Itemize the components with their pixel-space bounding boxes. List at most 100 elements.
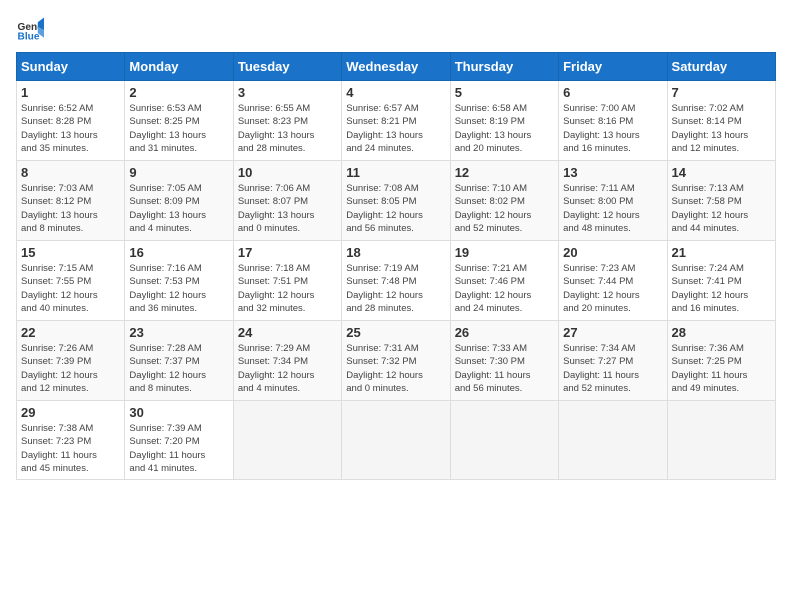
table-row <box>559 401 667 480</box>
day-number: 25 <box>346 325 445 340</box>
day-number: 27 <box>563 325 662 340</box>
table-row: 10 Sunrise: 7:06 AM Sunset: 8:07 PM Dayli… <box>233 161 341 241</box>
table-row: 17Sunrise: 7:18 AM Sunset: 7:51 PM Dayli… <box>233 241 341 321</box>
table-row: 5 Sunrise: 6:58 AM Sunset: 8:19 PM Daylig… <box>450 81 558 161</box>
table-row: 16 Sunrise: 7:16 AM Sunset: 7:53 PM Dayli… <box>125 241 233 321</box>
day-number: 2 <box>129 85 228 100</box>
day-number: 11 <box>346 165 445 180</box>
col-monday: Monday <box>125 53 233 81</box>
table-row: 4 Sunrise: 6:57 AM Sunset: 8:21 PM Daylig… <box>342 81 450 161</box>
day-info: Sunrise: 7:02 AM Sunset: 8:14 PM Dayligh… <box>672 102 771 155</box>
day-info: Sunrise: 7:03 AM Sunset: 8:12 PM Dayligh… <box>21 182 120 235</box>
day-info: Sunrise: 7:08 AM Sunset: 8:05 PM Dayligh… <box>346 182 445 235</box>
day-info: Sunrise: 7:36 AM Sunset: 7:25 PM Dayligh… <box>672 342 771 395</box>
day-number: 23 <box>129 325 228 340</box>
table-row: 28 Sunrise: 7:36 AM Sunset: 7:25 PM Dayli… <box>667 321 775 401</box>
header-row: Sunday Monday Tuesday Wednesday Thursday… <box>17 53 776 81</box>
day-number: 14 <box>672 165 771 180</box>
day-number: 29 <box>21 405 120 420</box>
table-row: 18 Sunrise: 7:19 AM Sunset: 7:48 PM Dayli… <box>342 241 450 321</box>
day-number: 1 <box>21 85 120 100</box>
table-row: 15Sunrise: 7:15 AM Sunset: 7:55 PM Dayli… <box>17 241 125 321</box>
day-number: 13 <box>563 165 662 180</box>
day-info: Sunrise: 7:26 AM Sunset: 7:39 PM Dayligh… <box>21 342 120 395</box>
table-row: 20Sunrise: 7:23 AM Sunset: 7:44 PM Dayli… <box>559 241 667 321</box>
table-row: 2 Sunrise: 6:53 AM Sunset: 8:25 PM Daylig… <box>125 81 233 161</box>
day-number: 17 <box>238 245 337 260</box>
table-row: 1 Sunrise: 6:52 AM Sunset: 8:28 PM Daylig… <box>17 81 125 161</box>
day-info: Sunrise: 7:06 AM Sunset: 8:07 PM Dayligh… <box>238 182 337 235</box>
col-sunday: Sunday <box>17 53 125 81</box>
logo-icon: General Blue <box>16 16 44 44</box>
table-row: 29Sunrise: 7:38 AM Sunset: 7:23 PM Dayli… <box>17 401 125 480</box>
day-info: Sunrise: 6:57 AM Sunset: 8:21 PM Dayligh… <box>346 102 445 155</box>
day-info: Sunrise: 7:34 AM Sunset: 7:27 PM Dayligh… <box>563 342 662 395</box>
day-info: Sunrise: 7:15 AM Sunset: 7:55 PM Dayligh… <box>21 262 120 315</box>
day-number: 16 <box>129 245 228 260</box>
col-saturday: Saturday <box>667 53 775 81</box>
day-info: Sunrise: 7:31 AM Sunset: 7:32 PM Dayligh… <box>346 342 445 395</box>
table-row: 24Sunrise: 7:29 AM Sunset: 7:34 PM Dayli… <box>233 321 341 401</box>
table-row: 13Sunrise: 7:11 AM Sunset: 8:00 PM Dayli… <box>559 161 667 241</box>
day-info: Sunrise: 6:58 AM Sunset: 8:19 PM Dayligh… <box>455 102 554 155</box>
table-row: 27 Sunrise: 7:34 AM Sunset: 7:27 PM Dayli… <box>559 321 667 401</box>
day-info: Sunrise: 7:28 AM Sunset: 7:37 PM Dayligh… <box>129 342 228 395</box>
table-row <box>667 401 775 480</box>
col-friday: Friday <box>559 53 667 81</box>
day-info: Sunrise: 6:52 AM Sunset: 8:28 PM Dayligh… <box>21 102 120 155</box>
day-info: Sunrise: 7:05 AM Sunset: 8:09 PM Dayligh… <box>129 182 228 235</box>
calendar-body: 1 Sunrise: 6:52 AM Sunset: 8:28 PM Daylig… <box>17 81 776 480</box>
day-number: 19 <box>455 245 554 260</box>
day-info: Sunrise: 6:53 AM Sunset: 8:25 PM Dayligh… <box>129 102 228 155</box>
table-row: 11 Sunrise: 7:08 AM Sunset: 8:05 PM Dayli… <box>342 161 450 241</box>
day-number: 5 <box>455 85 554 100</box>
calendar-week-2: 8 Sunrise: 7:03 AM Sunset: 8:12 PM Daylig… <box>17 161 776 241</box>
day-info: Sunrise: 7:24 AM Sunset: 7:41 PM Dayligh… <box>672 262 771 315</box>
table-row: 8 Sunrise: 7:03 AM Sunset: 8:12 PM Daylig… <box>17 161 125 241</box>
day-number: 18 <box>346 245 445 260</box>
day-info: Sunrise: 7:33 AM Sunset: 7:30 PM Dayligh… <box>455 342 554 395</box>
day-number: 24 <box>238 325 337 340</box>
day-number: 7 <box>672 85 771 100</box>
day-number: 8 <box>21 165 120 180</box>
day-number: 6 <box>563 85 662 100</box>
table-row: 26 Sunrise: 7:33 AM Sunset: 7:30 PM Dayli… <box>450 321 558 401</box>
day-info: Sunrise: 7:00 AM Sunset: 8:16 PM Dayligh… <box>563 102 662 155</box>
day-number: 30 <box>129 405 228 420</box>
day-number: 12 <box>455 165 554 180</box>
table-row: 9 Sunrise: 7:05 AM Sunset: 8:09 PM Daylig… <box>125 161 233 241</box>
logo: General Blue <box>16 16 48 44</box>
table-row: 30 Sunrise: 7:39 AM Sunset: 7:20 PM Dayli… <box>125 401 233 480</box>
table-row: 3Sunrise: 6:55 AM Sunset: 8:23 PM Daylig… <box>233 81 341 161</box>
day-info: Sunrise: 7:16 AM Sunset: 7:53 PM Dayligh… <box>129 262 228 315</box>
day-number: 28 <box>672 325 771 340</box>
day-number: 10 <box>238 165 337 180</box>
day-number: 3 <box>238 85 337 100</box>
table-row: 6 Sunrise: 7:00 AM Sunset: 8:16 PM Daylig… <box>559 81 667 161</box>
table-row: 25 Sunrise: 7:31 AM Sunset: 7:32 PM Dayli… <box>342 321 450 401</box>
header: General Blue <box>16 16 776 44</box>
svg-text:Blue: Blue <box>18 31 40 42</box>
table-row <box>233 401 341 480</box>
table-row: 23 Sunrise: 7:28 AM Sunset: 7:37 PM Dayli… <box>125 321 233 401</box>
col-tuesday: Tuesday <box>233 53 341 81</box>
day-number: 21 <box>672 245 771 260</box>
calendar-table: Sunday Monday Tuesday Wednesday Thursday… <box>16 52 776 480</box>
day-number: 26 <box>455 325 554 340</box>
day-number: 4 <box>346 85 445 100</box>
table-row: 19 Sunrise: 7:21 AM Sunset: 7:46 PM Dayli… <box>450 241 558 321</box>
calendar-week-4: 22Sunrise: 7:26 AM Sunset: 7:39 PM Dayli… <box>17 321 776 401</box>
day-info: Sunrise: 7:13 AM Sunset: 7:58 PM Dayligh… <box>672 182 771 235</box>
day-info: Sunrise: 7:10 AM Sunset: 8:02 PM Dayligh… <box>455 182 554 235</box>
table-row: 12 Sunrise: 7:10 AM Sunset: 8:02 PM Dayli… <box>450 161 558 241</box>
day-info: Sunrise: 7:21 AM Sunset: 7:46 PM Dayligh… <box>455 262 554 315</box>
calendar-container: General Blue Sunday Monday Tuesday Wedne… <box>0 0 792 488</box>
day-info: Sunrise: 7:19 AM Sunset: 7:48 PM Dayligh… <box>346 262 445 315</box>
table-row: 14 Sunrise: 7:13 AM Sunset: 7:58 PM Dayli… <box>667 161 775 241</box>
day-info: Sunrise: 7:39 AM Sunset: 7:20 PM Dayligh… <box>129 422 228 475</box>
table-row <box>450 401 558 480</box>
table-row <box>342 401 450 480</box>
table-row: 7 Sunrise: 7:02 AM Sunset: 8:14 PM Daylig… <box>667 81 775 161</box>
day-number: 20 <box>563 245 662 260</box>
day-number: 9 <box>129 165 228 180</box>
